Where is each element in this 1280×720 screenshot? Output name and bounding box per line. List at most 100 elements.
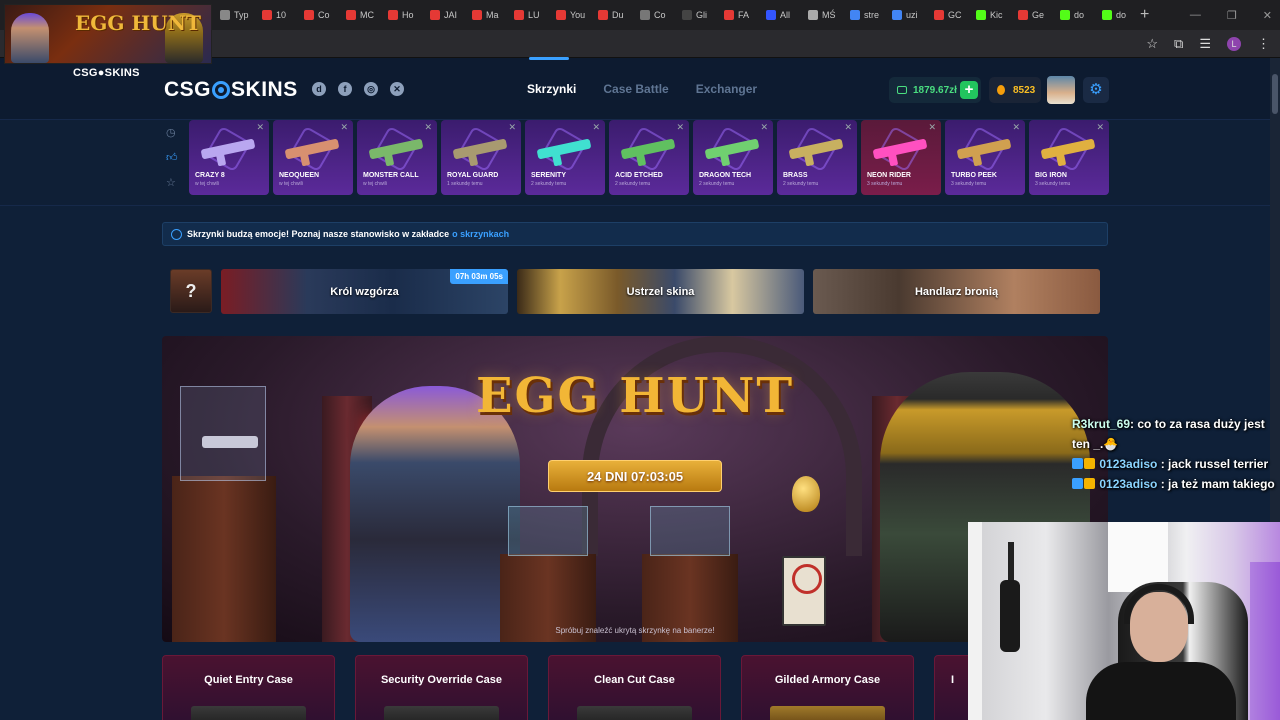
discord-icon[interactable]: d bbox=[312, 82, 326, 96]
settings-gear-icon[interactable]: ⚙ bbox=[1083, 77, 1109, 103]
case-card[interactable]: Quiet Entry Case bbox=[162, 655, 335, 720]
drop-card[interactable]: ✕ ACID ETCHED 2 sekundy temu bbox=[609, 120, 689, 195]
balance-display[interactable]: 1879.67zł + bbox=[889, 77, 981, 103]
tab-label: uzi bbox=[906, 10, 918, 20]
tab-label: do bbox=[1074, 10, 1085, 20]
browser-tab[interactable]: Ho bbox=[378, 0, 420, 30]
coins-display[interactable]: 8523 bbox=[989, 77, 1041, 103]
minimize-icon[interactable]: — bbox=[1190, 9, 1201, 21]
drop-card[interactable]: ✕ MONSTER CALL w tej chwili bbox=[357, 120, 437, 195]
event-krol-wzgorza[interactable]: Król wzgórza 07h 03m 05s bbox=[221, 269, 508, 314]
facebook-icon[interactable]: f bbox=[338, 82, 352, 96]
browser-tab[interactable]: Ma bbox=[462, 0, 504, 30]
browser-tab[interactable]: Co bbox=[630, 0, 672, 30]
drop-card[interactable]: ✕ NEON RIDER 3 sekundy temu bbox=[861, 120, 941, 195]
close-icon[interactable]: ✕ bbox=[340, 122, 348, 133]
site-logo[interactable]: CSG SKINS bbox=[164, 78, 298, 102]
close-icon[interactable]: ✕ bbox=[1263, 9, 1272, 22]
browser-tab[interactable]: GC bbox=[924, 0, 966, 30]
x-icon[interactable]: ✕ bbox=[390, 82, 404, 96]
close-icon[interactable]: ✕ bbox=[928, 122, 936, 133]
browser-tab[interactable]: MŚ bbox=[798, 0, 840, 30]
mystery-event-button[interactable]: ? bbox=[170, 269, 212, 313]
deposit-button[interactable]: + bbox=[960, 81, 978, 99]
coins-value: 8523 bbox=[1013, 84, 1036, 96]
case-title: Quiet Entry Case bbox=[204, 674, 293, 686]
close-icon[interactable]: ✕ bbox=[676, 122, 684, 133]
drop-card[interactable]: ✕ DRAGON TECH 2 sekundy temu bbox=[693, 120, 773, 195]
drop-name: CRAZY 8 bbox=[195, 172, 225, 179]
drop-card[interactable]: ✕ SERENITY 2 sekundy temu bbox=[525, 120, 605, 195]
close-icon[interactable]: ✕ bbox=[1096, 122, 1104, 133]
browser-tab[interactable]: All bbox=[756, 0, 798, 30]
close-icon[interactable]: ✕ bbox=[424, 122, 432, 133]
case-image bbox=[770, 706, 885, 720]
drop-card[interactable]: ✕ NEOQUEEN w tej chwili bbox=[273, 120, 353, 195]
tab-favicon-icon bbox=[1060, 10, 1070, 20]
browser-tab[interactable]: 10 bbox=[252, 0, 294, 30]
browser-tab[interactable]: FA bbox=[714, 0, 756, 30]
extensions-icon[interactable]: ⧉ bbox=[1174, 36, 1183, 52]
browser-tab[interactable]: stre bbox=[840, 0, 882, 30]
info-link[interactable]: o skrzynkach bbox=[452, 229, 509, 239]
drop-time: 3 sekundy temu bbox=[1035, 181, 1071, 187]
clock-icon[interactable]: ◷ bbox=[166, 126, 180, 139]
browser-tab[interactable]: Kic bbox=[966, 0, 1008, 30]
user-avatar[interactable] bbox=[1047, 76, 1075, 104]
close-icon[interactable]: ✕ bbox=[592, 122, 600, 133]
browser-tab[interactable]: Typ bbox=[210, 0, 252, 30]
case-card[interactable]: Clean Cut Case bbox=[548, 655, 721, 720]
star-icon[interactable]: ☆ bbox=[166, 176, 180, 189]
nav-skrzynki[interactable]: Skrzynki bbox=[527, 57, 576, 96]
bookmark-star-icon[interactable]: ☆ bbox=[1146, 36, 1158, 52]
close-icon[interactable]: ✕ bbox=[760, 122, 768, 133]
reading-list-icon[interactable]: ☰ bbox=[1199, 36, 1211, 52]
browser-menu-icon[interactable]: ⋮ bbox=[1257, 36, 1270, 52]
case-card[interactable]: Security Override Case bbox=[355, 655, 528, 720]
chat-message: R3krut_69: co to za rasa duży jest ten _… bbox=[1072, 414, 1280, 454]
browser-tab[interactable]: MC bbox=[336, 0, 378, 30]
nav-exchanger[interactable]: Exchanger bbox=[696, 82, 757, 96]
case-card[interactable]: Gilded Armory Case bbox=[741, 655, 914, 720]
tab-favicon-icon bbox=[1102, 10, 1112, 20]
browser-tab[interactable]: LU bbox=[504, 0, 546, 30]
browser-tab[interactable]: You bbox=[546, 0, 588, 30]
browser-tab[interactable]: Co bbox=[294, 0, 336, 30]
webcam-overlay bbox=[968, 522, 1280, 720]
restore-icon[interactable]: ❐ bbox=[1227, 9, 1237, 22]
thumbs-up-icon[interactable]: 👍︎ bbox=[166, 151, 180, 164]
browser-tab[interactable]: uzi bbox=[882, 0, 924, 30]
close-icon[interactable]: ✕ bbox=[1012, 122, 1020, 133]
browser-tab[interactable]: Gli bbox=[672, 0, 714, 30]
close-icon[interactable]: ✕ bbox=[508, 122, 516, 133]
chat-username: 0123adiso bbox=[1099, 477, 1158, 491]
scrollbar-thumb[interactable] bbox=[1272, 74, 1278, 114]
tab-label: stre bbox=[864, 10, 880, 20]
wallet-icon bbox=[897, 86, 907, 94]
browser-tab[interactable]: do bbox=[1092, 0, 1134, 30]
close-icon[interactable]: ✕ bbox=[844, 122, 852, 133]
tab-favicon-icon bbox=[598, 10, 608, 20]
nav-case-battle[interactable]: Case Battle bbox=[603, 82, 668, 96]
tab-favicon-icon bbox=[514, 10, 524, 20]
drop-card[interactable]: ✕ ROYAL GUARD 1 sekundę temu bbox=[441, 120, 521, 195]
profile-avatar[interactable]: L bbox=[1227, 37, 1241, 51]
new-tab-button[interactable]: + bbox=[1140, 6, 1149, 24]
tab-label: Ho bbox=[402, 10, 414, 20]
drop-card[interactable]: ✕ BRASS 2 sekundy temu bbox=[777, 120, 857, 195]
browser-tab[interactable]: do bbox=[1050, 0, 1092, 30]
drop-name: ACID ETCHED bbox=[615, 172, 663, 179]
tab-label: do bbox=[1116, 10, 1127, 20]
egg-hunt-banner[interactable]: EGG HUNT 24 DNI 07:03:05 Spróbuj znaleźć… bbox=[162, 336, 1108, 642]
browser-tab[interactable]: JAI bbox=[420, 0, 462, 30]
event-ustrzel-skina[interactable]: Ustrzel skina bbox=[517, 269, 804, 314]
drop-name: NEON RIDER bbox=[867, 172, 911, 179]
browser-tab[interactable]: Ge bbox=[1008, 0, 1050, 30]
drop-card[interactable]: ✕ TURBO PEEK 3 sekundy temu bbox=[945, 120, 1025, 195]
browser-tab[interactable]: Du bbox=[588, 0, 630, 30]
drop-card[interactable]: ✕ BIG IRON 3 sekundy temu bbox=[1029, 120, 1109, 195]
event-handlarz-bronia[interactable]: Handlarz bronią bbox=[813, 269, 1100, 314]
instagram-icon[interactable]: ◎ bbox=[364, 82, 378, 96]
drop-card[interactable]: ✕ CRAZY 8 w tej chwili bbox=[189, 120, 269, 195]
close-icon[interactable]: ✕ bbox=[256, 122, 264, 133]
